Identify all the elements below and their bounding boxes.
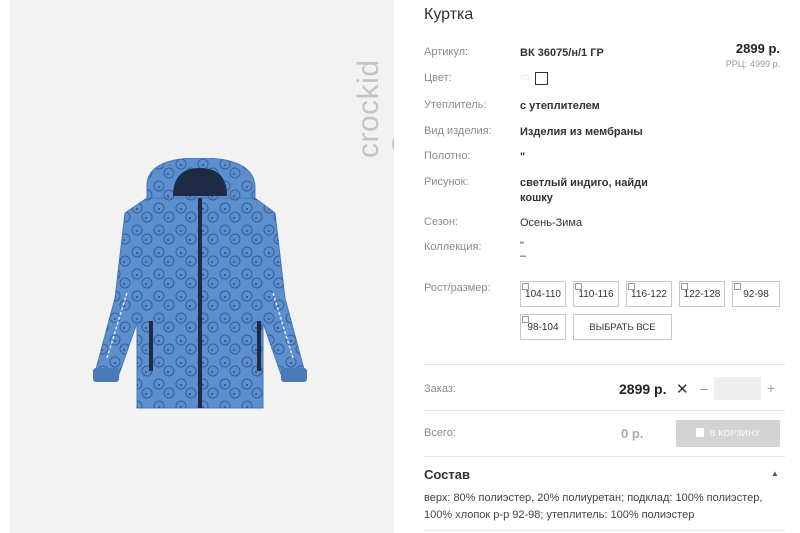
- size-checkbox-icon: [681, 283, 688, 290]
- attr-article-value: ВК 36075/н/1 ГР: [520, 47, 604, 59]
- size-option-104-110[interactable]: 104-110: [520, 281, 566, 307]
- quantity-increase-button[interactable]: +: [764, 380, 778, 396]
- attr-collection-label: Коллекция:: [424, 241, 482, 253]
- size-option-label: 104-110: [525, 289, 561, 300]
- quantity-decrease-button[interactable]: –: [697, 380, 711, 396]
- add-to-cart-label: В КОРЗИНУ: [709, 428, 761, 438]
- size-option-116-122[interactable]: 116-122: [626, 281, 672, 307]
- attr-article-label: Артикул:: [424, 46, 469, 58]
- product-price: 2899 р.: [735, 41, 780, 56]
- select-all-sizes-button[interactable]: ВЫБРАТЬ ВСЕ: [573, 314, 672, 340]
- attr-fabric-value: ": [520, 151, 526, 163]
- size-option-label: 122-128: [683, 289, 721, 300]
- divider: [424, 456, 785, 457]
- size-checkbox-icon: [734, 283, 741, 290]
- brand-logo: crockid: [352, 59, 394, 158]
- attr-collection-value: " –: [520, 241, 660, 262]
- rrp-label: РРЦ:: [725, 59, 747, 69]
- size-checkbox-icon: [575, 283, 582, 290]
- jacket-image: [93, 158, 307, 409]
- collapse-arrow-icon[interactable]: ▲: [771, 469, 779, 478]
- shopping-bag-icon: [695, 428, 704, 437]
- size-option-label: 116-122: [631, 289, 667, 300]
- order-price: 2899 р.: [619, 381, 667, 397]
- composition-text: верх: 80% полиэстер, 20% полиуретан; под…: [424, 492, 763, 521]
- remove-order-icon[interactable]: ✕: [676, 380, 689, 398]
- size-checkbox-icon: [628, 283, 635, 290]
- divider: [424, 530, 785, 531]
- rrp-price: РРЦ: 4999 р.: [723, 59, 780, 69]
- size-checkbox-icon: [522, 316, 529, 323]
- attr-color-label: Цвет:: [424, 72, 452, 84]
- size-option-label: 92-98: [743, 289, 769, 300]
- color-swatch-image-icon[interactable]: ▭: [520, 72, 532, 84]
- composition-title[interactable]: Состав: [424, 467, 470, 482]
- quantity-input[interactable]: [714, 377, 761, 400]
- attr-fabric-label: Полотно:: [424, 150, 471, 162]
- size-option-122-128[interactable]: 122-128: [679, 281, 725, 307]
- product-photo[interactable]: crockid: [10, 0, 394, 533]
- attr-season-value: Осень-Зима: [520, 217, 583, 229]
- size-option-110-116[interactable]: 110-116: [573, 281, 619, 307]
- attr-pattern-value: светлый индиго, найди кошку: [520, 177, 648, 204]
- size-checkbox-icon: [522, 283, 529, 290]
- size-option-label: 110-116: [578, 289, 614, 300]
- attr-insulation-label: Утеплитель:: [424, 99, 487, 111]
- size-option-98-104[interactable]: 98-104: [520, 314, 566, 340]
- add-to-cart-button[interactable]: В КОРЗИНУ: [676, 420, 780, 447]
- size-label: Рост/размер:: [424, 282, 491, 294]
- attr-collection-value-dash: –: [520, 250, 527, 262]
- order-label: Заказ:: [424, 383, 456, 395]
- total-value: 0 р.: [621, 426, 644, 441]
- attr-pattern-label: Рисунок:: [424, 176, 469, 188]
- color-swatch[interactable]: [535, 72, 548, 85]
- attr-type-value: Изделия из мембраны: [520, 126, 643, 138]
- size-option-label: 98-104: [527, 322, 559, 333]
- attr-type-label: Вид изделия:: [424, 125, 492, 137]
- brand-logo-mark: [392, 132, 394, 156]
- brand-logo-text: crockid: [352, 59, 385, 158]
- size-option-92-98[interactable]: 92-98: [732, 281, 780, 307]
- product-title: Куртка: [424, 6, 474, 23]
- attr-season-label: Сезон:: [424, 216, 458, 228]
- total-label: Всего:: [424, 427, 456, 439]
- attr-insulation-value: с утеплителем: [520, 100, 600, 112]
- rrp-value: 4999 р.: [749, 59, 780, 69]
- divider: [424, 364, 785, 365]
- divider: [424, 410, 785, 411]
